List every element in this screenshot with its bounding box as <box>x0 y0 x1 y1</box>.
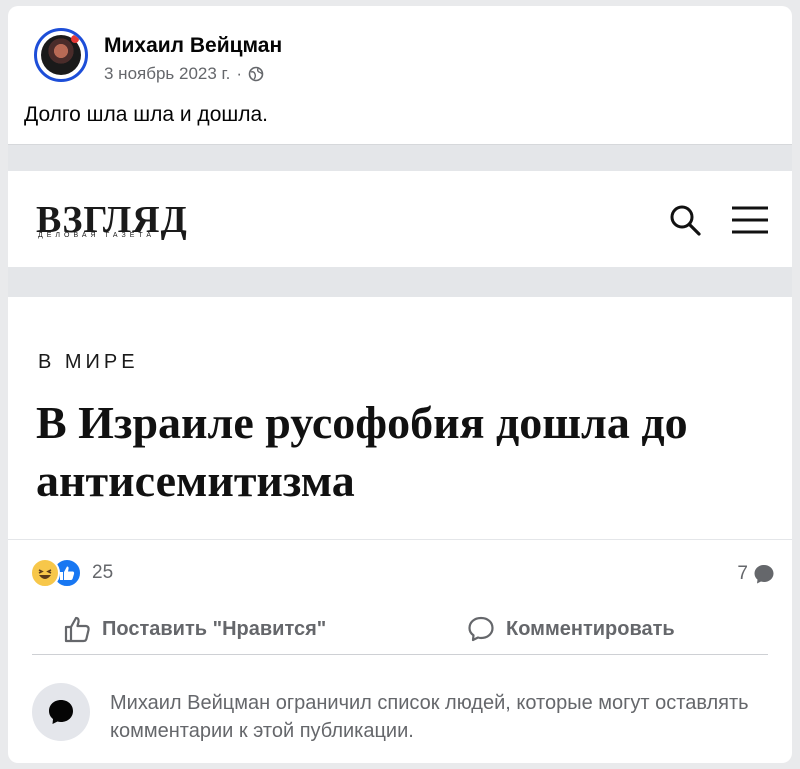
reactions-summary[interactable]: 25 <box>30 558 113 588</box>
actions-divider <box>32 654 768 655</box>
story-badge <box>71 35 79 43</box>
post-date[interactable]: 3 ноябрь 2023 г. <box>104 64 230 84</box>
preview-spacer-mid <box>8 267 792 297</box>
like-button-label: Поставить "Нравится" <box>102 617 327 640</box>
haha-reaction-icon <box>30 558 60 588</box>
globe-icon <box>248 66 264 82</box>
comment-icon <box>468 616 494 642</box>
preview-spacer-top <box>8 144 792 172</box>
comments-restricted-notice: Михаил Вейцман ограничил список людей, к… <box>110 692 749 742</box>
comment-button-label: Комментировать <box>506 617 675 640</box>
post-text: Долго шла шла и дошла. <box>24 103 268 126</box>
post-meta: 3 ноябрь 2023 г. · <box>104 64 264 84</box>
site-logo-subtitle: ДЕЛОВАЯ ГАЗЕТА <box>38 232 156 239</box>
thumbs-up-icon <box>64 616 90 643</box>
article-headline[interactable]: В Израиле русофобия дошла до антисемитиз… <box>36 394 776 510</box>
notice-avatar <box>32 683 90 741</box>
article-category: В МИРЕ <box>38 351 139 373</box>
post-card: Михаил Вейцман 3 ноябрь 2023 г. · Долго … <box>8 6 792 763</box>
comment-button[interactable]: Комментировать <box>466 610 675 648</box>
reactions-count[interactable]: 25 <box>92 562 113 584</box>
meta-separator: · <box>236 64 243 83</box>
author-name[interactable]: Михаил Вейцман <box>104 34 282 58</box>
menu-icon <box>732 206 768 234</box>
comments-count: 7 <box>737 563 748 584</box>
author-avatar[interactable] <box>34 28 88 82</box>
search-icon <box>670 205 701 236</box>
comment-bubble-icon <box>49 700 73 724</box>
like-button[interactable]: Поставить "Нравится" <box>62 610 326 648</box>
comments-count-link[interactable]: 7 <box>737 562 776 586</box>
comment-bubble-icon <box>754 565 774 584</box>
